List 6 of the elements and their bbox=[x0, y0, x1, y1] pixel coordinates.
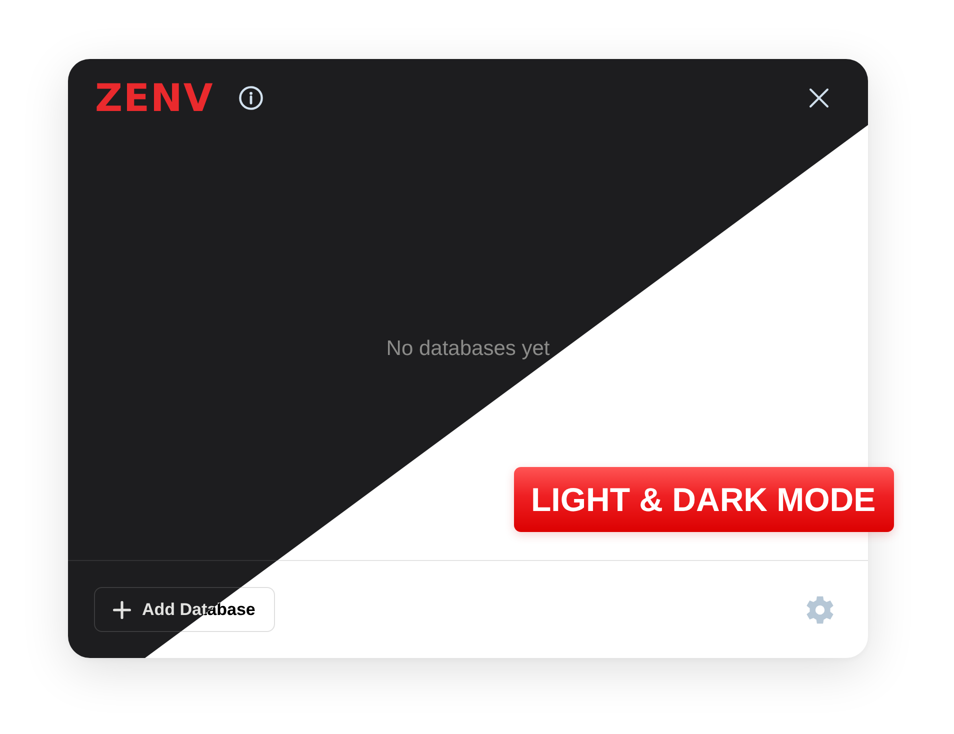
info-icon[interactable] bbox=[238, 86, 263, 110]
light-dark-mode-badge: LIGHT & DARK MODE bbox=[514, 467, 894, 532]
plus-icon bbox=[113, 600, 131, 618]
empty-state-message: No databases yet bbox=[386, 336, 550, 360]
logo: ZENV bbox=[95, 79, 214, 117]
close-icon[interactable] bbox=[809, 88, 829, 108]
